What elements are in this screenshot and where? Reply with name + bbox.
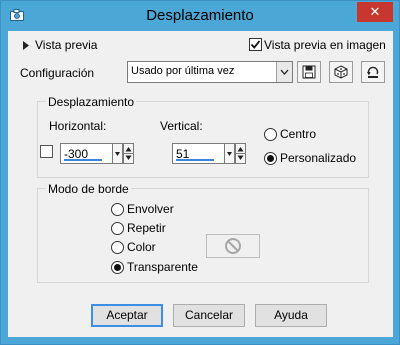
- color-radio[interactable]: [111, 241, 124, 254]
- dice-icon: [334, 65, 348, 79]
- chevron-down-icon[interactable]: [276, 62, 292, 82]
- vertical-field[interactable]: 51: [172, 143, 225, 164]
- preview-in-image-label[interactable]: Vista previa en imagen: [264, 38, 386, 52]
- horizontal-label: Horizontal:: [49, 119, 107, 133]
- save-icon: [302, 65, 316, 79]
- config-select-value: Usado por última vez: [131, 65, 235, 77]
- repeat-radio-label[interactable]: Repetir: [127, 221, 166, 235]
- custom-radio-label[interactable]: Personalizado: [280, 151, 356, 165]
- random-button[interactable]: [329, 61, 353, 83]
- custom-radio[interactable]: [264, 152, 277, 165]
- config-label: Configuración: [20, 66, 95, 80]
- expand-triangle-icon[interactable]: [23, 39, 29, 53]
- dialog-body: Vista previa Vista previa en imagen Conf…: [8, 31, 393, 337]
- help-button[interactable]: Ayuda: [255, 304, 327, 327]
- reset-button[interactable]: [361, 61, 385, 83]
- edge-color-swatch[interactable]: [206, 234, 260, 258]
- close-button[interactable]: ✕: [357, 2, 393, 22]
- vertical-label: Vertical:: [160, 119, 203, 133]
- close-icon: ✕: [369, 4, 381, 20]
- edge-mode-group: [37, 188, 369, 283]
- preview-in-image-checkbox[interactable]: [249, 38, 262, 51]
- horizontal-spinner[interactable]: -300: [60, 143, 134, 164]
- vertical-updown-icon[interactable]: [235, 143, 246, 164]
- repeat-radio[interactable]: [111, 222, 124, 235]
- center-radio[interactable]: [264, 128, 277, 141]
- offset-group: [37, 101, 369, 178]
- wrap-radio[interactable]: [111, 203, 124, 216]
- transparent-radio[interactable]: [111, 261, 124, 274]
- dialog-window: Desplazamiento ✕ Vista previa Vista prev…: [0, 0, 400, 345]
- transparent-radio-label[interactable]: Transparente: [127, 260, 198, 274]
- wrap-radio-label[interactable]: Envolver: [127, 202, 174, 216]
- link-checkbox[interactable]: [40, 145, 53, 158]
- checkmark-icon: [250, 40, 261, 49]
- preview-toggle[interactable]: Vista previa: [35, 38, 97, 52]
- title-bar[interactable]: Desplazamiento ✕: [1, 1, 399, 31]
- center-radio-label[interactable]: Centro: [280, 127, 316, 141]
- reset-icon: [367, 66, 379, 78]
- save-config-button[interactable]: [297, 61, 321, 83]
- cancel-button[interactable]: Cancelar: [173, 304, 245, 327]
- horizontal-dropdown-icon[interactable]: [112, 143, 123, 164]
- edge-mode-legend: Modo de borde: [46, 182, 131, 196]
- vertical-spinner[interactable]: 51: [172, 143, 246, 164]
- vertical-focus-underline: [176, 159, 214, 161]
- offset-group-legend: Desplazamiento: [46, 95, 137, 109]
- accept-button[interactable]: Aceptar: [91, 304, 163, 327]
- horizontal-focus-underline: [64, 159, 102, 161]
- color-radio-label[interactable]: Color: [127, 240, 156, 254]
- config-select[interactable]: Usado por última vez: [127, 61, 293, 83]
- horizontal-field[interactable]: -300: [60, 143, 113, 164]
- vertical-dropdown-icon[interactable]: [224, 143, 235, 164]
- no-symbol-icon: [225, 238, 241, 254]
- window-title: Desplazamiento: [146, 7, 254, 24]
- horizontal-updown-icon[interactable]: [123, 143, 134, 164]
